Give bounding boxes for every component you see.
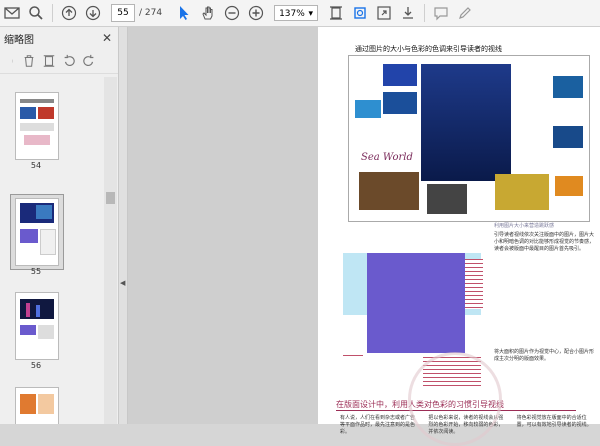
page-header: 通过图片的大小与色彩的色调来引导读者的视线 <box>355 45 502 53</box>
select-arrow-icon[interactable] <box>173 2 195 24</box>
sidebar-title: 缩略图 <box>4 34 34 46</box>
zoom-out-icon[interactable] <box>221 2 243 24</box>
thumbnail-label: 54 <box>30 161 42 170</box>
search-icon[interactable] <box>25 2 47 24</box>
close-icon[interactable]: ✕ <box>102 31 112 45</box>
thumbnail-page[interactable] <box>15 292 59 360</box>
fullscreen-icon[interactable] <box>373 2 395 24</box>
toolbar: 55 / 274 137% ▾ <box>0 0 600 27</box>
body-text-right-lower: 将大面积的图片作为视觉中心，配合小图片形成主次分明的版面效果。 <box>494 349 595 362</box>
sidebar-collapse-handle[interactable]: ◀ <box>119 27 128 424</box>
scroll-thumb[interactable] <box>106 192 115 204</box>
hand-tool-icon[interactable] <box>197 2 219 24</box>
sidebar-tools <box>0 49 118 74</box>
fit-page-icon[interactable] <box>325 2 347 24</box>
thumbnail-label: 56 <box>30 361 42 370</box>
page-down-icon[interactable] <box>82 2 104 24</box>
sidebar-scrollbar[interactable] <box>104 77 117 424</box>
document-viewport[interactable]: 通过图片的大小与色彩的色调来引导读者的视线 Sea World 利用图片大小来营… <box>128 27 600 435</box>
body-column: 有人说，人们在看到杂志或者广告等平面作品时，最先注意到的是色彩。 <box>340 415 416 435</box>
zoom-value: 137% <box>279 9 305 19</box>
page-number-input[interactable]: 55 <box>111 4 135 22</box>
zoom-in-icon[interactable] <box>245 2 267 24</box>
rotate-right-icon[interactable] <box>82 54 96 68</box>
body-text-right: 引导读者视线依次关注版面中的图片，图片大小和明暗色调的对比能够形成视觉的节奏感，… <box>494 232 595 253</box>
menu-icon[interactable] <box>12 54 16 68</box>
divider <box>424 4 426 22</box>
extract-page-icon[interactable] <box>42 54 56 68</box>
caption-right: 利用图片大小来营造跳跃感 <box>494 223 555 229</box>
divider <box>52 4 53 22</box>
magazine-spread-image: Sea World <box>348 55 590 222</box>
thumbnail-page[interactable] <box>15 92 59 160</box>
comment-icon[interactable] <box>430 2 452 24</box>
mail-icon[interactable] <box>1 2 23 24</box>
thumbnail-list: 54 55 56 <box>0 77 104 424</box>
zoom-select[interactable]: 137% ▾ <box>274 5 319 21</box>
collapse-arrow-icon: ◀ <box>120 279 126 287</box>
download-icon[interactable] <box>397 2 419 24</box>
thumbnail-sidebar: 缩略图 ✕ 54 55 56 <box>0 27 119 424</box>
page-up-icon[interactable] <box>58 2 80 24</box>
chevron-down-icon: ▾ <box>308 9 314 19</box>
trash-icon[interactable] <box>22 54 36 68</box>
thumbnail-page-selected[interactable] <box>15 198 59 266</box>
rotate-icon[interactable] <box>349 2 371 24</box>
thumbnail-label: 55 <box>30 267 42 276</box>
sea-world-title: Sea World <box>361 152 413 163</box>
watermark-stamp <box>408 352 502 446</box>
body-column: 将色彩视觉放在版面中的合适位置，可以有效地引导读者的视线。 <box>516 415 592 428</box>
page-total: / 274 <box>139 8 163 18</box>
thumbnail-page[interactable] <box>15 387 59 424</box>
pen-icon[interactable] <box>454 2 476 24</box>
sidebar-header: 缩略图 ✕ <box>0 27 118 49</box>
rotate-left-icon[interactable] <box>62 54 76 68</box>
